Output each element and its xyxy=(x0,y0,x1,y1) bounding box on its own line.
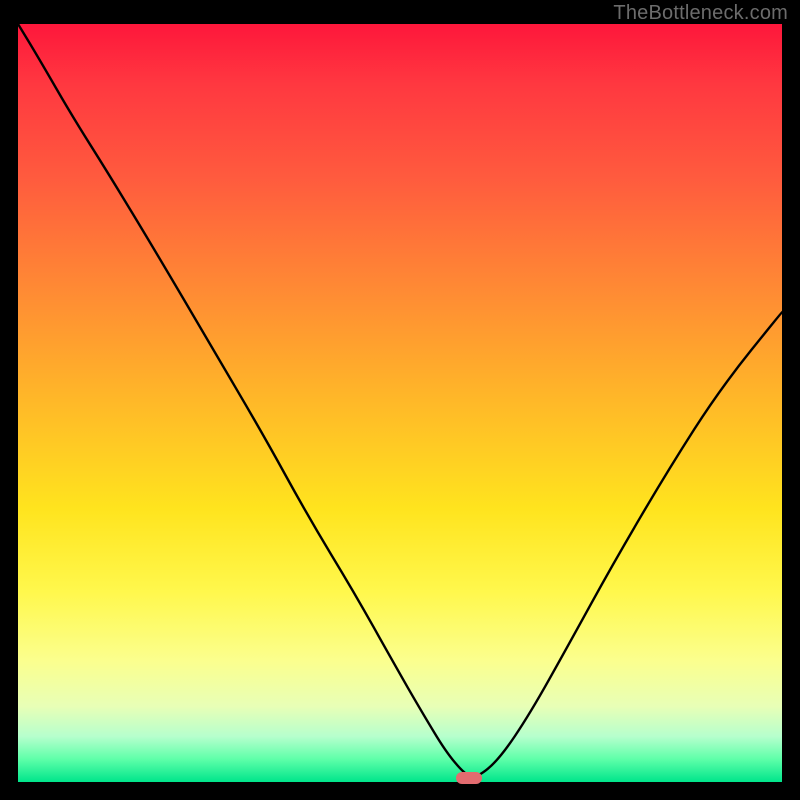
bottleneck-curve-path xyxy=(18,24,782,777)
chart-frame: TheBottleneck.com xyxy=(0,0,800,800)
curve-layer xyxy=(18,24,782,782)
watermark-text: TheBottleneck.com xyxy=(613,2,788,25)
plot-area xyxy=(18,24,782,782)
minimum-marker xyxy=(456,772,482,784)
